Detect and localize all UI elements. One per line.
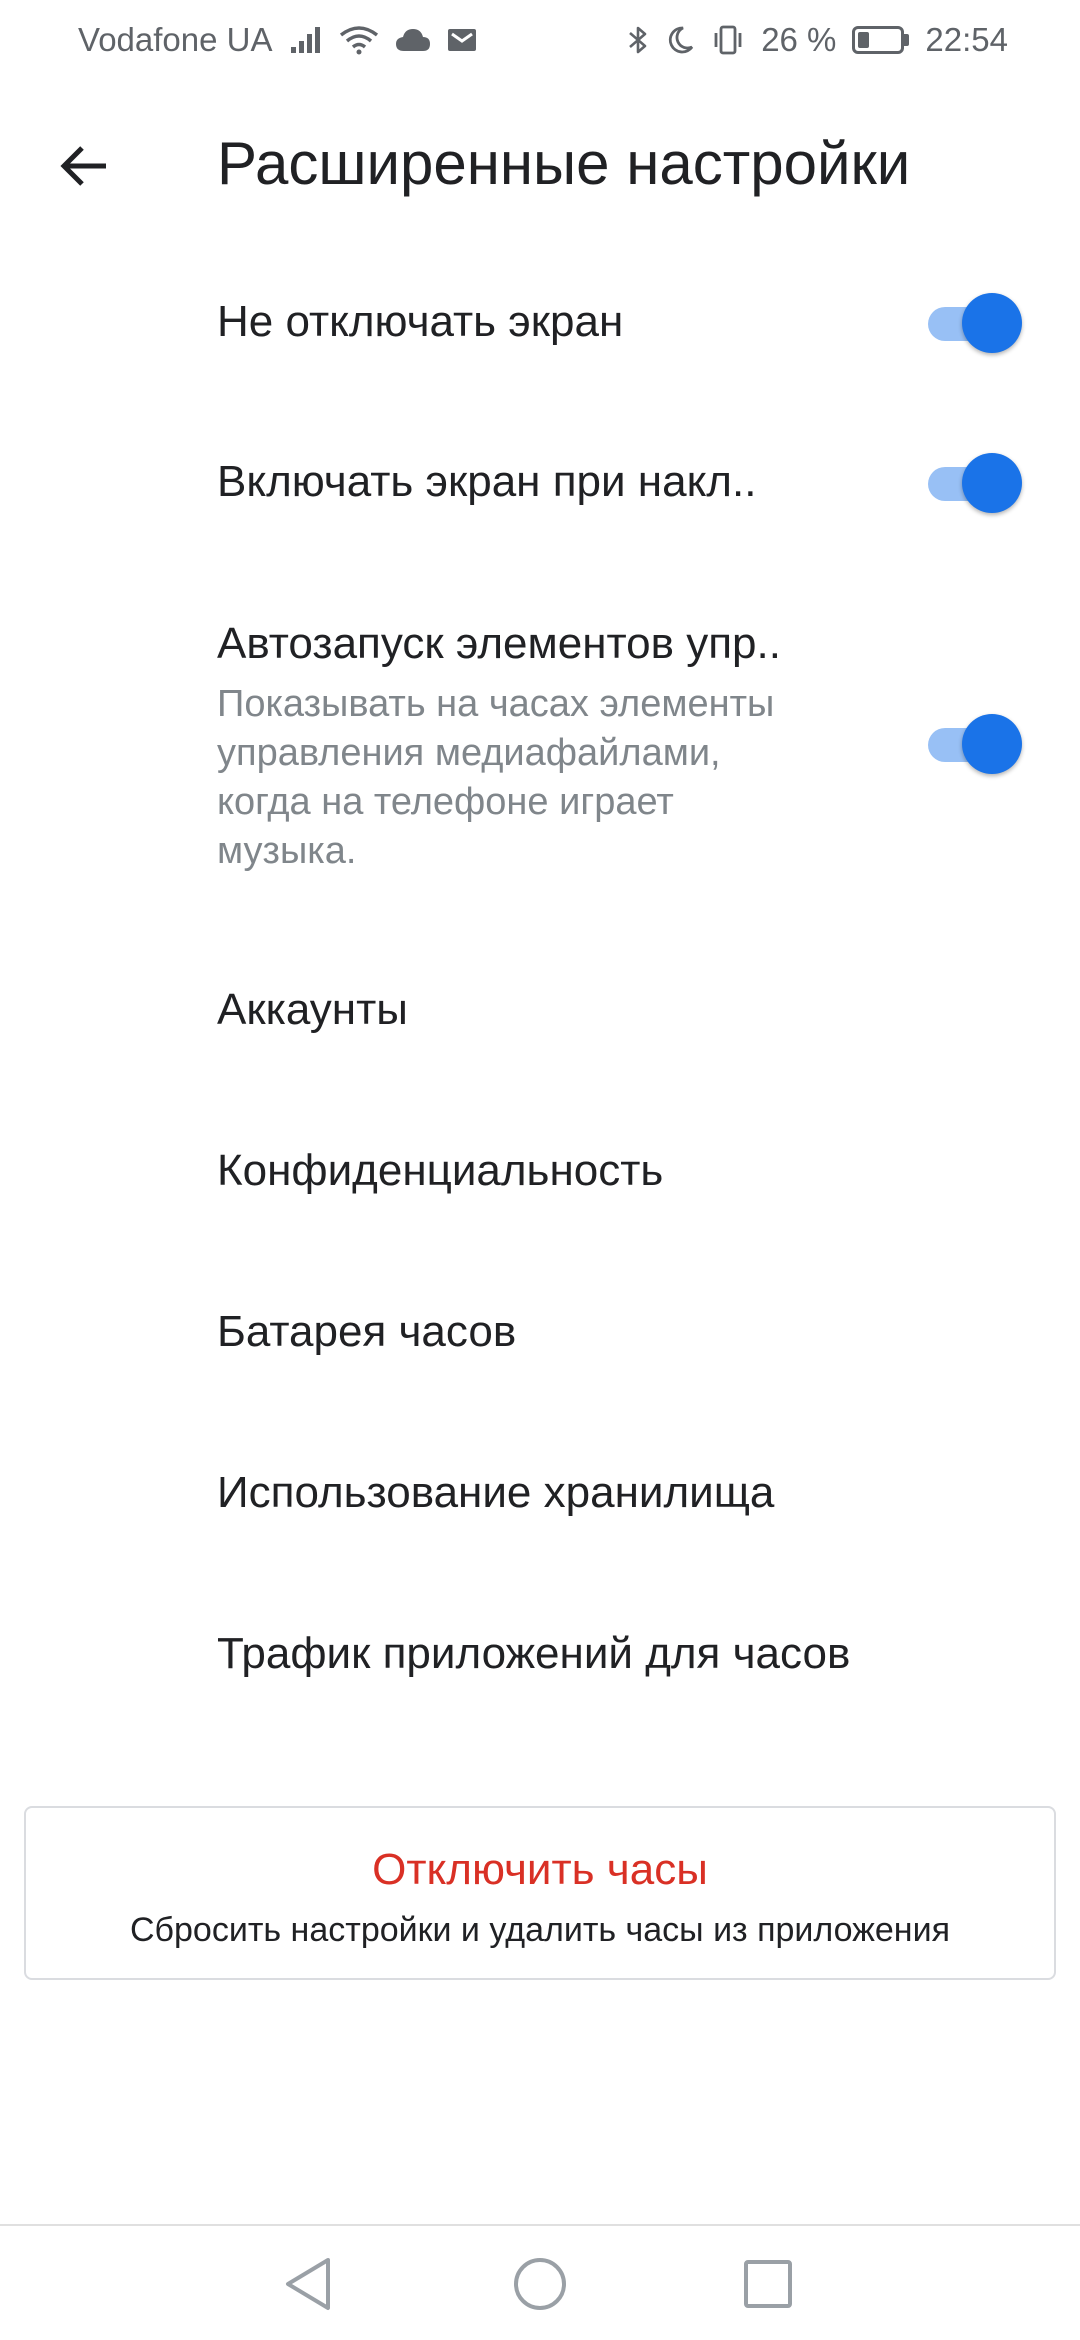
setting-title: Автозапуск элементов упр.. — [217, 619, 781, 668]
carrier-label: Vodafone UA — [78, 21, 273, 58]
setting-title: Конфиденциальность — [217, 1146, 664, 1195]
wifi-icon — [339, 25, 379, 55]
nav-back-button[interactable] — [272, 2248, 344, 2320]
tilt-to-wake-toggle[interactable] — [924, 453, 1024, 513]
keep-screen-on-toggle[interactable] — [924, 293, 1024, 353]
setting-title: Трафик приложений для часов — [217, 1629, 851, 1678]
page-title: Расширенные настройки — [217, 130, 911, 197]
disconnect-subtitle: Сбросить настройки и удалить часы из при… — [129, 1911, 950, 1949]
disconnect-title: Отключить часы — [372, 1845, 708, 1894]
setting-storage[interactable]: Использование хранилища — [0, 1433, 1080, 1553]
square-recents-icon — [744, 2260, 792, 2308]
setting-title: Не отключать экран — [217, 297, 624, 346]
setting-tilt-to-wake[interactable]: Включать экран при накл.. — [0, 422, 1080, 542]
setting-privacy[interactable]: Конфиденциальность — [0, 1111, 1080, 1231]
setting-accounts[interactable]: Аккаунты — [0, 950, 1080, 1070]
moon-icon — [665, 25, 695, 55]
clock: 22:54 — [925, 21, 1008, 58]
setting-media-controls[interactable]: Автозапуск элементов упр.. Показывать на… — [0, 600, 1080, 900]
cloud-icon — [395, 27, 431, 53]
setting-keep-screen-on[interactable]: Не отключать экран — [0, 262, 1080, 382]
setting-summary: Показывать на часах элементы управления … — [217, 683, 775, 872]
battery-icon — [852, 26, 910, 54]
status-bar: Vodafone UA 26 % 22:54 — [0, 0, 1080, 80]
app-bar: Расширенные настройки — [0, 110, 1080, 210]
status-left: Vodafone UA — [78, 21, 477, 59]
nav-recents-button[interactable] — [732, 2248, 804, 2320]
triangle-back-icon — [286, 2258, 330, 2310]
battery-percent: 26 % — [761, 21, 837, 58]
battery-fill — [858, 32, 869, 48]
setting-title: Батарея часов — [217, 1307, 517, 1356]
nav-home-button[interactable] — [504, 2248, 576, 2320]
setting-title: Аккаунты — [217, 985, 408, 1034]
back-button[interactable] — [44, 126, 124, 206]
screen: Vodafone UA 26 % 22:54 Расширенные настр… — [0, 0, 1080, 2340]
vibrate-icon — [711, 24, 745, 56]
media-controls-toggle[interactable] — [924, 714, 1024, 774]
setting-title: Включать экран при накл.. — [217, 457, 757, 506]
circle-home-icon — [514, 2258, 566, 2310]
setting-watch-battery[interactable]: Батарея часов — [0, 1272, 1080, 1392]
bluetooth-icon — [627, 24, 649, 56]
signal-icon — [289, 25, 323, 55]
setting-app-traffic[interactable]: Трафик приложений для часов — [0, 1594, 1080, 1714]
navigation-bar — [0, 2224, 1080, 2340]
setting-title: Использование хранилища — [217, 1468, 775, 1517]
disconnect-watch-button[interactable]: Отключить часы Сбросить настройки и удал… — [24, 1806, 1056, 1980]
mail-icon — [447, 27, 477, 53]
status-right: 26 % 22:54 — [627, 21, 1008, 59]
arrow-back-icon — [60, 146, 106, 186]
